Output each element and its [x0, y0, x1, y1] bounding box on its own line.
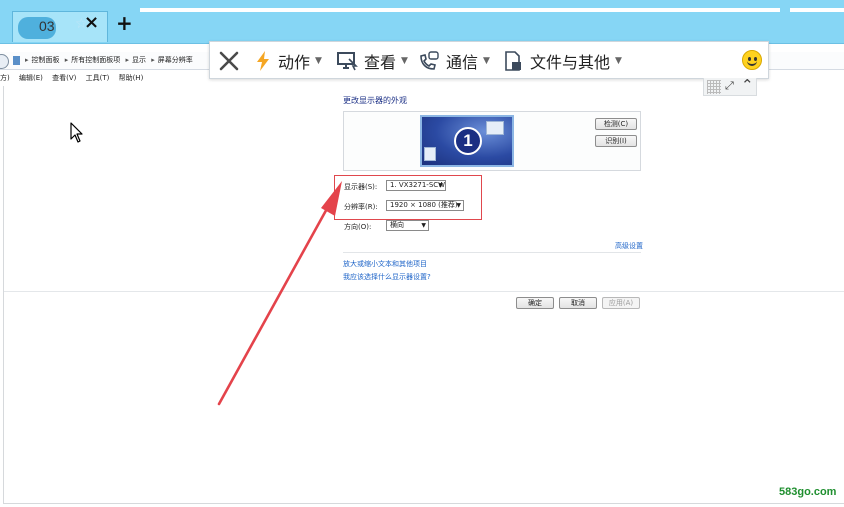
- control-panel-icon: [13, 56, 20, 65]
- menu-item-file[interactable]: 方): [0, 74, 10, 82]
- tab-strip: 03 ☆ × +: [0, 0, 844, 44]
- annotation-highlight-box: [334, 175, 482, 220]
- toolbar-handle: ⤢ ⌃: [703, 76, 757, 96]
- menu-item-view[interactable]: 查看(V): [52, 74, 76, 82]
- help-settings-link[interactable]: 我应该选择什么显示器设置?: [343, 272, 431, 282]
- expand-icon[interactable]: ⤢: [725, 79, 734, 93]
- identify-button[interactable]: 识别(I): [595, 135, 637, 147]
- advanced-settings-link[interactable]: 高级设置: [615, 241, 643, 251]
- address-bar[interactable]: ▸ 控制面板 ▸ 所有控制面板项 ▸ 显示 ▸ 屏幕分辨率: [0, 52, 210, 70]
- toolbar-close-button[interactable]: [218, 49, 246, 73]
- toolbar-action-label: 动作: [278, 53, 311, 72]
- monitor-thumbnail[interactable]: 1: [420, 115, 514, 167]
- grid-icon[interactable]: [707, 80, 721, 94]
- monitor-number: 1: [454, 127, 482, 155]
- chevron-down-icon: ▼: [315, 56, 322, 66]
- breadcrumb-item[interactable]: 控制面板: [32, 56, 60, 64]
- chevron-up-icon[interactable]: ⌃: [741, 76, 754, 94]
- breadcrumb-item[interactable]: 所有控制面板项: [71, 56, 120, 64]
- menu-item-help[interactable]: 帮助(H): [119, 74, 144, 82]
- chevron-down-icon: ▼: [615, 56, 622, 66]
- breadcrumb-item[interactable]: 显示: [132, 56, 146, 64]
- file-puzzle-icon: [505, 51, 521, 71]
- remote-toolbar: 动作 ▼ 查看 ▼ 通信 ▼ 文件与其他 ▼: [209, 41, 769, 79]
- tab-strip-highlight: [140, 8, 780, 12]
- tab-label: 03: [39, 18, 55, 34]
- window-border: [3, 503, 844, 504]
- window-icon: [424, 147, 436, 161]
- toolbar-view-menu[interactable]: 查看 ▼: [336, 49, 408, 73]
- orientation-select[interactable]: 横向 ▼: [386, 220, 429, 231]
- text-size-link[interactable]: 放大或缩小文本和其他项目: [343, 259, 427, 269]
- chevron-down-icon: ▼: [401, 56, 408, 66]
- toolbar-files-label: 文件与其他: [530, 53, 611, 72]
- close-icon: [219, 51, 239, 71]
- display-preview: 1 检测(C) 识别(I): [343, 111, 641, 171]
- apply-button[interactable]: 应用(A): [602, 297, 640, 309]
- chevron-down-icon: ▼: [421, 222, 426, 229]
- toolbar-files-menu[interactable]: 文件与其他 ▼: [502, 49, 622, 73]
- watermark: 583go.com: [779, 486, 837, 498]
- tab-strip-highlight-right: [790, 8, 844, 12]
- breadcrumb: ▸ 控制面板 ▸ 所有控制面板项 ▸ 显示 ▸ 屏幕分辨率: [25, 56, 193, 64]
- menu-bar: 方) 编辑(E) 查看(V) 工具(T) 帮助(H): [0, 73, 210, 85]
- toolbar-action-menu[interactable]: 动作 ▼: [254, 49, 322, 73]
- monitor-view-icon: [337, 52, 358, 71]
- cancel-button[interactable]: 取消: [559, 297, 597, 309]
- breadcrumb-item[interactable]: 屏幕分辨率: [158, 56, 193, 64]
- chevron-down-icon: ▼: [483, 56, 490, 66]
- toolbar-communication-label: 通信: [446, 53, 479, 72]
- page-title: 更改显示器的外观: [343, 96, 407, 105]
- lightning-icon: [257, 51, 269, 71]
- phone-chat-icon: [420, 51, 439, 70]
- tab-close-button[interactable]: ×: [84, 14, 99, 32]
- toolbar-communication-menu[interactable]: 通信 ▼: [418, 49, 490, 73]
- smiley-icon[interactable]: [742, 50, 762, 70]
- toolbar-view-label: 查看: [364, 53, 397, 72]
- cursor-icon: [70, 122, 83, 143]
- divider: [4, 291, 844, 292]
- menu-item-tools[interactable]: 工具(T): [86, 74, 110, 82]
- menu-item-edit[interactable]: 编辑(E): [19, 74, 43, 82]
- detect-button[interactable]: 检测(C): [595, 118, 637, 130]
- orientation-label: 方向(O):: [344, 223, 372, 231]
- window-icon: [486, 121, 504, 135]
- ok-button[interactable]: 确定: [516, 297, 554, 309]
- new-tab-button[interactable]: +: [116, 13, 133, 33]
- search-box[interactable]: [768, 52, 844, 70]
- divider: [343, 252, 641, 253]
- back-button[interactable]: [0, 54, 9, 69]
- window-border: [3, 86, 4, 504]
- orientation-select-value: 横向: [390, 221, 404, 229]
